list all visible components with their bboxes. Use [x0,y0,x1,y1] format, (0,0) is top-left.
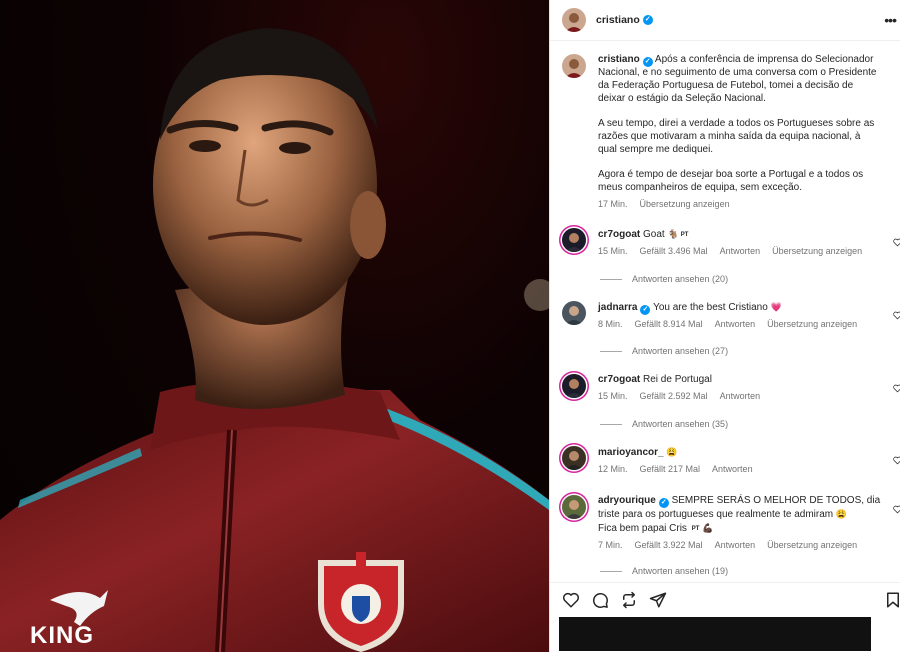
heart-icon[interactable] [562,591,580,609]
avatar[interactable] [562,8,586,32]
comment-username[interactable]: marioyancor_ [598,447,664,458]
weary-emoji: 😩 [835,509,848,519]
comment-text: Rei de Portugal [643,374,712,385]
comment-time: 15 Min. [598,245,628,256]
repost-icon[interactable] [620,591,638,609]
bookmark-icon[interactable] [884,591,900,609]
verified-badge-icon: ✓ [658,498,669,508]
comment-like-heart-icon[interactable] [893,311,900,320]
caption-text-2: A seu tempo, direi a verdade a todos os … [598,118,875,155]
comment-likes[interactable]: Gefällt 2.592 Mal [640,390,708,403]
post-photo[interactable]: KING [0,0,549,652]
comment-time: 8 Min. [598,319,623,329]
reply-button[interactable]: Antworten [720,390,761,403]
goat-emoji: 🐐 [667,229,679,239]
comment-likes[interactable]: Gefällt 8.914 Mal [635,318,703,331]
view-replies-button[interactable]: Antworten ansehen (27) [600,346,728,356]
reply-button[interactable]: Antworten [712,463,753,476]
player-illustration [0,28,549,652]
comment-text: Goat [643,229,665,240]
translate-link[interactable]: Übersetzung anzeigen [772,245,862,258]
view-replies-label: Antworten ansehen (27) [632,346,729,356]
view-replies-label: Antworten ansehen (19) [632,566,729,576]
comment-text: Fica bem papai Cris [598,522,687,534]
comment-item: adryourique ✓ SEMPRE SERÁS O MELHOR DE TO… [562,495,900,551]
comment-like-heart-icon[interactable] [893,456,900,465]
translate-link[interactable]: Übersetzung anzeigen [640,198,730,211]
flag-label: PT [691,525,700,532]
reply-button[interactable]: Antworten [715,539,756,552]
flexed-biceps-emoji: 💪🏿 [702,522,714,533]
view-replies-label: Antworten ansehen (20) [632,274,729,284]
comment-icon[interactable] [591,591,609,609]
post-author-username[interactable]: cristiano [596,14,640,26]
avatar[interactable] [562,301,586,325]
send-icon[interactable] [649,591,667,609]
avatar[interactable] [562,228,586,252]
more-icon[interactable]: ••• [884,12,897,28]
avatar[interactable] [562,54,586,78]
post-caption: cristiano ✓ Após a conferência de imprens… [562,54,900,211]
avatar[interactable] [562,446,586,470]
caption-username[interactable]: cristiano [598,54,640,65]
post-sidebar: cristiano ✓ ••• cristiano ✓ Após a confer… [549,0,900,652]
comment-username[interactable]: cr7ogoat [598,374,640,385]
caption-time: 17 Min. [598,198,628,209]
comment-likes[interactable]: Gefällt 3.922 Mal [635,539,703,552]
redacted-likes-bar [559,617,871,651]
comment-item: marioyancor_ 😩 12 Min. Gefällt 217 Mal A… [562,446,900,476]
comment-likes[interactable]: Gefällt 217 Mal [640,463,701,476]
comment-text: You are the best Cristiano [653,302,768,313]
translate-link[interactable]: Übersetzung anzeigen [767,318,857,331]
verified-badge-icon: ✓ [642,15,653,25]
comment-username[interactable]: jadnarra [598,302,637,313]
view-replies-button[interactable]: Antworten ansehen (19) [600,566,728,576]
comment-item: jadnarra ✓ You are the best Cristiano 💗 8… [562,301,900,331]
view-replies-button[interactable]: Antworten ansehen (35) [600,419,728,429]
translate-link[interactable]: Übersetzung anzeigen [767,539,857,552]
comment-item: cr7ogoat Goat 🐐 PT 15 Min. Gefällt 3.496 … [562,228,900,258]
view-replies-button[interactable]: Antworten ansehen (20) [600,274,728,284]
heart-emoji: 💗 [770,302,782,312]
comment-username[interactable]: cr7ogoat [598,229,640,240]
comments-scroll-area[interactable]: cristiano ✓ Após a conferência de imprens… [550,42,900,582]
verified-badge-icon: ✓ [640,305,651,315]
reply-button[interactable]: Antworten [715,318,756,331]
comment-time: 15 Min. [598,390,628,401]
post-actions-bar [550,582,900,652]
comment-item: cr7ogoat Rei de Portugal 15 Min. Gefällt… [562,374,900,403]
view-replies-label: Antworten ansehen (35) [632,419,729,429]
comment-time: 12 Min. [598,463,628,474]
weary-emoji: 😩 [666,447,678,457]
comment-like-heart-icon[interactable] [893,384,900,393]
comment-username[interactable]: adryourique [598,495,656,506]
comment-like-heart-icon[interactable] [893,505,900,514]
comment-time: 7 Min. [598,539,623,550]
verified-badge-icon: ✓ [642,57,653,67]
post-header: cristiano ✓ ••• [550,0,900,41]
comment-likes[interactable]: Gefällt 3.496 Mal [640,245,708,258]
brand-text: KING [30,622,94,649]
comment-like-heart-icon[interactable] [893,238,900,247]
flag-label: PT [680,232,689,238]
caption-text-3: Agora é tempo de desejar boa sorte a Por… [598,169,864,194]
avatar[interactable] [562,495,586,519]
reply-button[interactable]: Antworten [720,245,761,258]
avatar[interactable] [562,374,586,398]
